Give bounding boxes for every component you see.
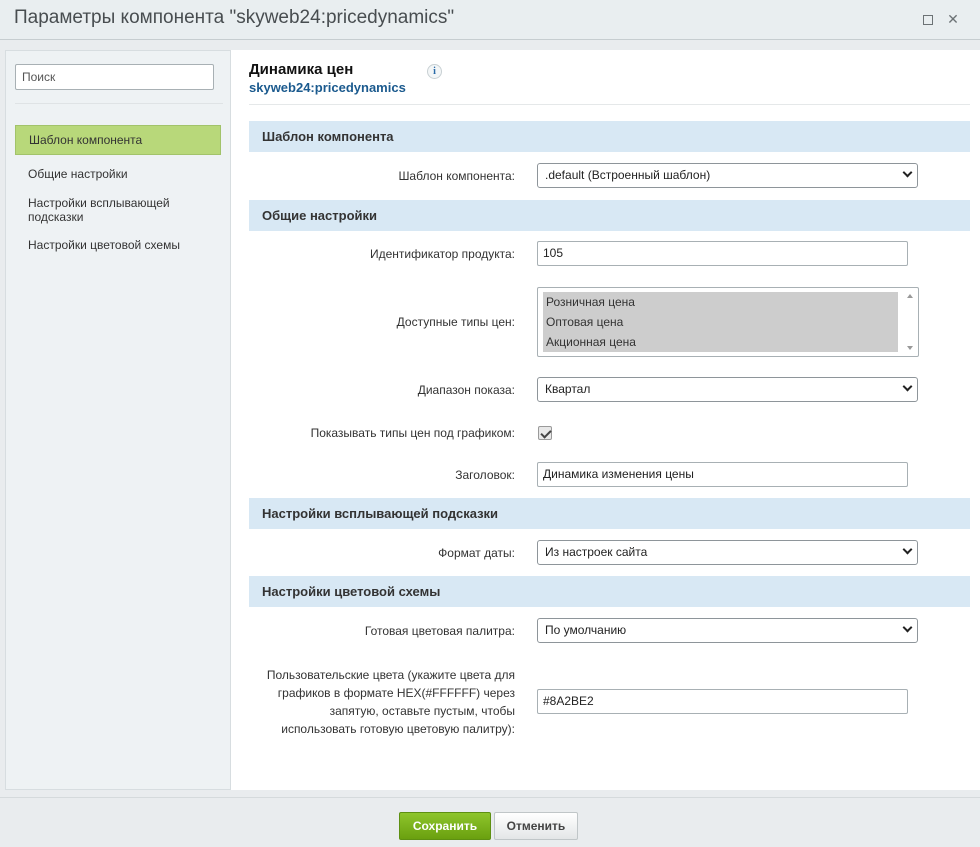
product-id-input[interactable]: 105	[537, 241, 908, 266]
section-color-scheme-header: Настройки цветовой схемы	[249, 576, 970, 607]
main-panel: Динамика цен i skyweb24:pricedynamics Ша…	[231, 50, 980, 790]
maximize-icon[interactable]	[919, 11, 935, 27]
product-id-label: Идентификатор продукта:	[369, 247, 515, 261]
window-titlebar: Параметры компонента "skyweb24:pricedyna…	[0, 0, 980, 40]
close-icon[interactable]: ✕	[945, 11, 961, 27]
price-type-option[interactable]: Розничная цена	[543, 292, 898, 312]
chevron-down-icon	[902, 167, 913, 178]
range-select-value: Квартал	[545, 382, 591, 396]
custom-colors-label-line: Пользовательские цвета (укажите цвета дл…	[266, 668, 515, 682]
sidebar-item-general[interactable]: Общие настройки	[15, 167, 221, 181]
price-types-label: Доступные типы цен:	[396, 315, 515, 329]
sidebar: Шаблон компонента Общие настройки Настро…	[5, 50, 231, 790]
component-code: skyweb24:pricedynamics	[249, 80, 406, 95]
palette-label: Готовая цветовая палитра:	[364, 624, 515, 638]
range-label: Диапазон показа:	[417, 383, 515, 397]
date-format-select[interactable]: Из настроек сайта	[537, 540, 918, 565]
chevron-down-icon	[902, 381, 913, 392]
price-type-option[interactable]: Оптовая цена	[543, 312, 898, 332]
template-select[interactable]: .default (Встроенный шаблон)	[537, 163, 918, 188]
heading-input[interactable]: Динамика изменения цены	[537, 462, 908, 487]
sidebar-item-tooltip[interactable]: Настройки всплывающей подсказки	[15, 196, 221, 224]
custom-colors-label-line: использовать готовую цветовую палитру):	[281, 722, 515, 736]
show-types-label: Показывать типы цен под графиком:	[310, 426, 515, 440]
header-divider	[249, 104, 970, 105]
template-select-value: .default (Встроенный шаблон)	[545, 168, 711, 182]
scroll-up-icon[interactable]	[907, 294, 913, 298]
template-label: Шаблон компонента:	[398, 169, 515, 183]
custom-colors-input[interactable]: #8A2BE2	[537, 689, 908, 714]
window-title: Параметры компонента "skyweb24:pricedyna…	[14, 7, 455, 28]
date-format-select-value: Из настроек сайта	[545, 545, 648, 559]
chevron-down-icon	[902, 544, 913, 555]
multiselect-scrollbar[interactable]	[903, 289, 917, 355]
palette-select[interactable]: По умолчанию	[537, 618, 918, 643]
dialog-footer: Сохранить Отменить	[0, 797, 980, 847]
range-select[interactable]: Квартал	[537, 377, 918, 402]
search-input[interactable]	[15, 64, 214, 90]
save-button[interactable]: Сохранить	[399, 812, 491, 840]
palette-select-value: По умолчанию	[545, 623, 627, 637]
sidebar-divider	[15, 103, 223, 104]
component-title: Динамика цен	[249, 61, 354, 78]
show-types-checkbox[interactable]	[538, 426, 552, 440]
price-type-option[interactable]: Акционная цена	[543, 332, 898, 352]
scroll-down-icon[interactable]	[907, 346, 913, 350]
chevron-down-icon	[902, 622, 913, 633]
section-template-header: Шаблон компонента	[249, 121, 970, 152]
custom-colors-label-line: запятую, оставьте пустым, чтобы	[329, 704, 515, 718]
sidebar-item-template[interactable]: Шаблон компонента	[15, 125, 221, 155]
section-general-header: Общие настройки	[249, 200, 970, 231]
date-format-label: Формат даты:	[438, 546, 515, 560]
heading-label: Заголовок:	[455, 468, 515, 482]
price-types-multiselect[interactable]: Розничная цена Оптовая цена Акционная це…	[537, 287, 919, 357]
custom-colors-label: Пользовательские цвета (укажите цвета дл…	[267, 666, 515, 738]
info-icon[interactable]: i	[427, 64, 442, 79]
sidebar-item-color-scheme[interactable]: Настройки цветовой схемы	[15, 238, 221, 252]
section-tooltip-header: Настройки всплывающей подсказки	[249, 498, 970, 529]
cancel-button[interactable]: Отменить	[494, 812, 578, 840]
custom-colors-label-line: графиков в формате HEX(#FFFFFF) через	[277, 686, 515, 700]
